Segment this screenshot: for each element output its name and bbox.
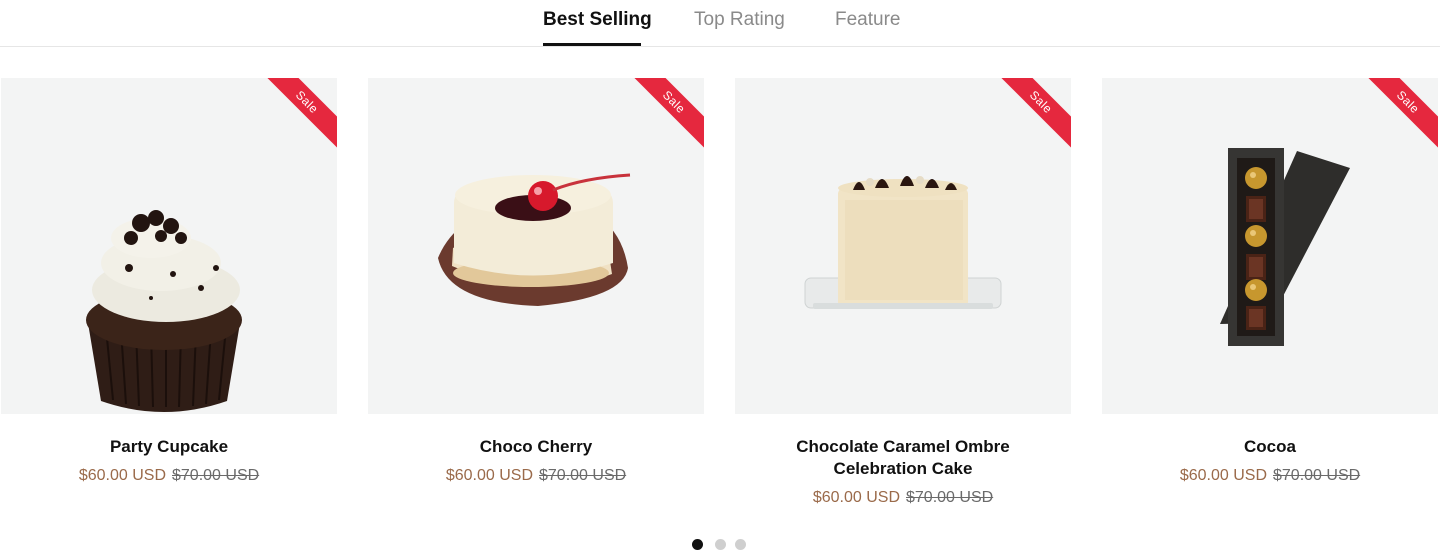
- sale-price: $60.00 USD: [812, 489, 900, 506]
- sale-badge: Sale: [1366, 78, 1438, 150]
- sale-price: $60.00 USD: [445, 467, 533, 484]
- product-image[interactable]: Sale: [1102, 78, 1438, 414]
- product-image[interactable]: Sale: [1, 78, 337, 414]
- product-title[interactable]: Party Cupcake: [1, 436, 337, 458]
- compare-price: $70.00 USD: [906, 489, 994, 506]
- pagination-dot[interactable]: [735, 539, 746, 550]
- product-tabs: Best Selling Top Rating Feature: [0, 0, 1440, 47]
- sale-badge: Sale: [999, 78, 1071, 150]
- product-price: $60.00 USD $70.00 USD: [1102, 466, 1438, 486]
- product-image[interactable]: Sale: [735, 78, 1071, 414]
- sale-badge: Sale: [265, 78, 337, 150]
- compare-price: $70.00 USD: [539, 467, 627, 484]
- sale-price: $60.00 USD: [78, 467, 166, 484]
- product-image[interactable]: Sale: [368, 78, 704, 414]
- sale-badge: Sale: [632, 78, 704, 150]
- tab-best-selling[interactable]: Best Selling: [543, 8, 652, 32]
- compare-price: $70.00 USD: [172, 467, 260, 484]
- product-price: $60.00 USD $70.00 USD: [1, 466, 337, 486]
- tab-feature[interactable]: Feature: [835, 8, 900, 32]
- product-price: $60.00 USD $70.00 USD: [735, 488, 1071, 508]
- pagination-dot[interactable]: [692, 539, 703, 550]
- product-card[interactable]: Sale Cocoa $60.00 USD $70.00 USD: [1102, 78, 1438, 486]
- compare-price: $70.00 USD: [1273, 467, 1361, 484]
- product-title[interactable]: Choco Cherry: [368, 436, 704, 458]
- product-title[interactable]: Chocolate Caramel Ombre Celebration Cake: [735, 436, 1071, 480]
- tab-top-rating[interactable]: Top Rating: [694, 8, 785, 32]
- product-card[interactable]: Sale Choco Cherry $60.00 USD $70.00 USD: [368, 78, 704, 486]
- product-card[interactable]: Sale Party Cupcake $60.00 USD $70.00 USD: [1, 78, 337, 486]
- active-tab-indicator: [543, 43, 641, 46]
- sale-price: $60.00 USD: [1179, 467, 1267, 484]
- product-price: $60.00 USD $70.00 USD: [368, 466, 704, 486]
- product-title[interactable]: Cocoa: [1102, 436, 1438, 458]
- product-card[interactable]: Sale Chocolate Caramel Ombre Celebration…: [735, 78, 1071, 508]
- pagination-dot[interactable]: [715, 539, 726, 550]
